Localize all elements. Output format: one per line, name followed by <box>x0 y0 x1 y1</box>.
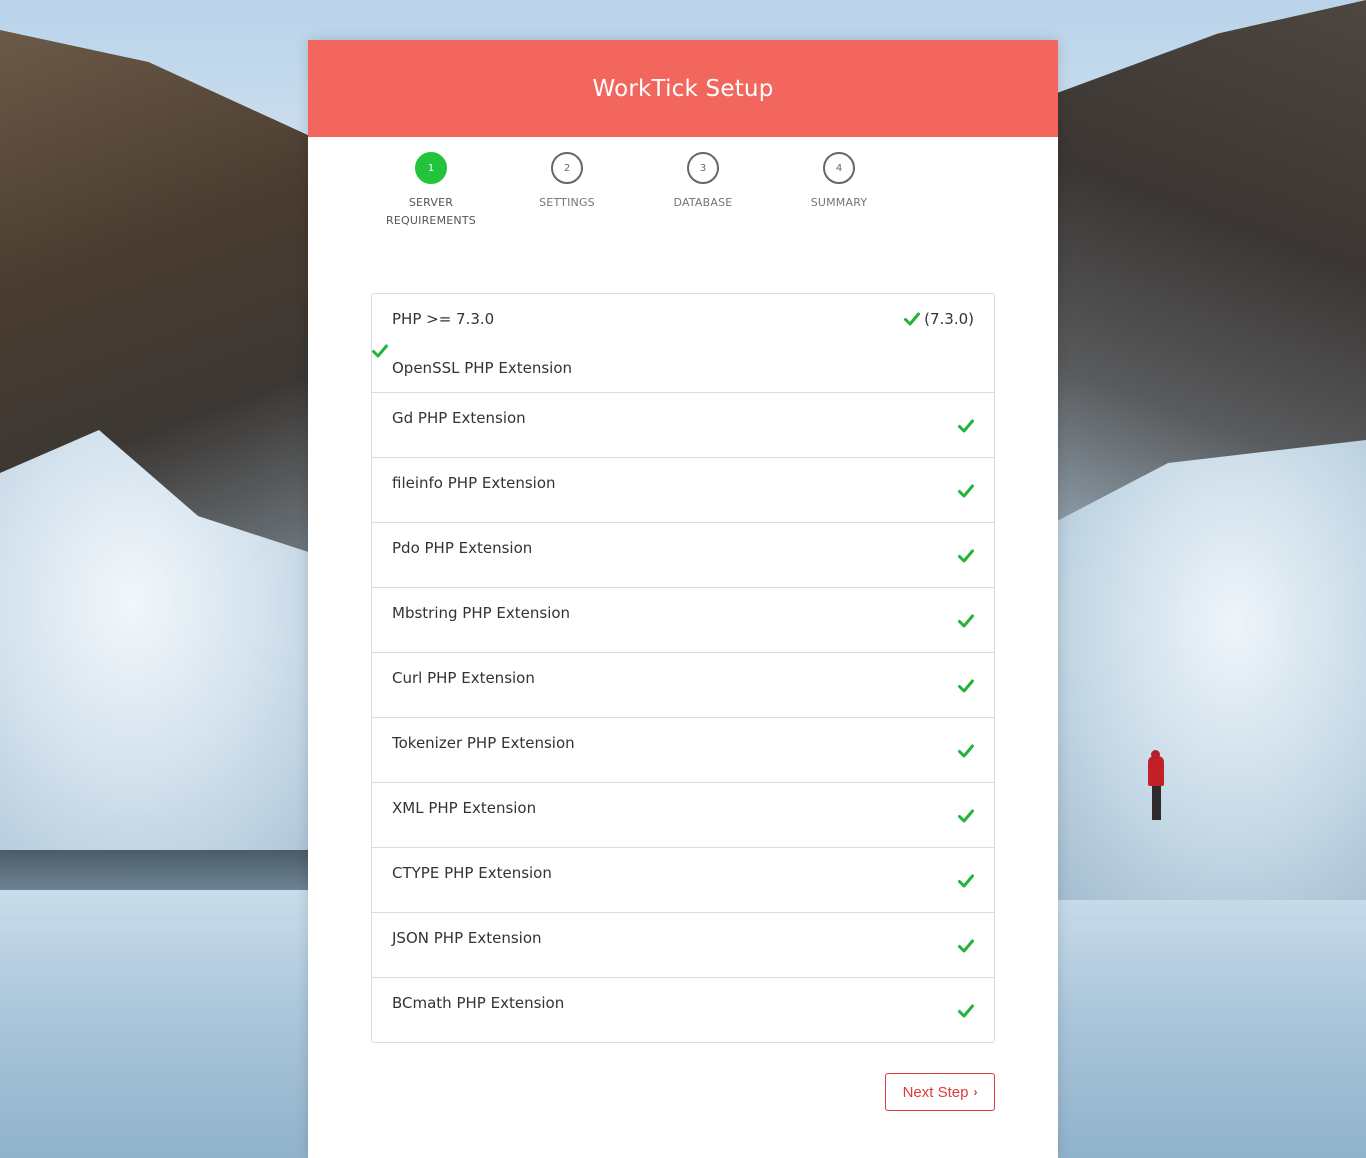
requirement-row: Pdo PHP Extension <box>372 522 994 587</box>
hiker-head <box>1151 750 1160 759</box>
step-label-line2: REQUIREMENTS <box>386 214 476 227</box>
requirement-label: Curl PHP Extension <box>392 669 535 687</box>
check-icon <box>904 312 921 326</box>
river <box>0 850 330 890</box>
requirement-label: XML PHP Extension <box>392 799 537 817</box>
step-server-requirements[interactable]: 1 SERVER REQUIREMENTS <box>371 152 491 230</box>
requirement-label: BCmath PHP Extension <box>392 994 565 1012</box>
requirement-row: Curl PHP Extension <box>372 652 994 717</box>
requirement-status: (7.3.0) <box>904 310 974 328</box>
next-step-button[interactable]: Next Step › <box>885 1073 995 1111</box>
step-database[interactable]: 3 DATABASE <box>643 152 763 212</box>
requirement-label: Gd PHP Extension <box>392 409 526 427</box>
step-number: 2 <box>551 152 583 184</box>
hiker <box>1148 756 1164 786</box>
requirement-row: Mbstring PHP Extension <box>372 587 994 652</box>
check-icon <box>958 874 974 888</box>
setup-card: WorkTick Setup 1 SERVER REQUIREMENTS 2 S… <box>308 40 1058 1158</box>
chevron-right-icon: › <box>973 1085 978 1099</box>
step-label: SUMMARY <box>810 196 868 209</box>
requirement-label: PHP >= 7.3.0 <box>392 310 495 328</box>
check-icon <box>958 744 974 758</box>
step-settings[interactable]: 2 SETTINGS <box>507 152 627 212</box>
requirement-label: CTYPE PHP Extension <box>392 864 552 882</box>
requirement-row: Gd PHP Extension <box>372 392 994 457</box>
requirement-row: XML PHP Extension <box>372 782 994 847</box>
step-label: SETTINGS <box>539 196 595 209</box>
requirement-label: Tokenizer PHP Extension <box>392 734 575 752</box>
requirement-label: fileinfo PHP Extension <box>392 474 556 492</box>
check-icon <box>958 549 974 563</box>
step-number: 3 <box>687 152 719 184</box>
hiker-legs <box>1152 784 1161 820</box>
check-icon <box>958 809 974 823</box>
check-icon <box>958 939 974 953</box>
check-icon <box>958 614 974 628</box>
next-step-label: Next Step <box>902 1083 969 1101</box>
check-icon <box>958 1004 974 1018</box>
step-label-line1: SERVER <box>408 196 454 209</box>
requirement-row: JSON PHP Extension <box>372 912 994 977</box>
requirement-label: Pdo PHP Extension <box>392 539 533 557</box>
requirement-row-php: PHP >= 7.3.0 (7.3.0) <box>372 294 994 343</box>
check-icon <box>958 419 974 433</box>
check-icon <box>958 679 974 693</box>
requirement-row: Tokenizer PHP Extension <box>372 717 994 782</box>
step-label: SERVER REQUIREMENTS <box>371 194 491 230</box>
requirement-row: OpenSSL PHP Extension <box>372 343 994 392</box>
frozen-waterfall-right <box>1036 440 1366 900</box>
check-icon <box>958 484 974 498</box>
requirements-list: PHP >= 7.3.0 (7.3.0) OpenSSL PHP Extensi… <box>371 293 995 1043</box>
step-number: 4 <box>823 152 855 184</box>
requirement-label: JSON PHP Extension <box>392 929 542 947</box>
php-version: (7.3.0) <box>924 310 974 328</box>
card-header: WorkTick Setup <box>308 40 1058 137</box>
requirement-label: Mbstring PHP Extension <box>392 604 571 622</box>
step-summary[interactable]: 4 SUMMARY <box>779 152 899 212</box>
requirement-label: OpenSSL PHP Extension <box>392 359 573 377</box>
step-wizard: 1 SERVER REQUIREMENTS 2 SETTINGS 3 DATAB… <box>308 152 1058 252</box>
page-title: WorkTick Setup <box>592 75 774 102</box>
step-label: DATABASE <box>673 196 733 209</box>
step-number: 1 <box>415 152 447 184</box>
check-icon <box>372 344 388 358</box>
requirement-row: fileinfo PHP Extension <box>372 457 994 522</box>
requirement-row: CTYPE PHP Extension <box>372 847 994 912</box>
requirement-row: BCmath PHP Extension <box>372 977 994 1042</box>
